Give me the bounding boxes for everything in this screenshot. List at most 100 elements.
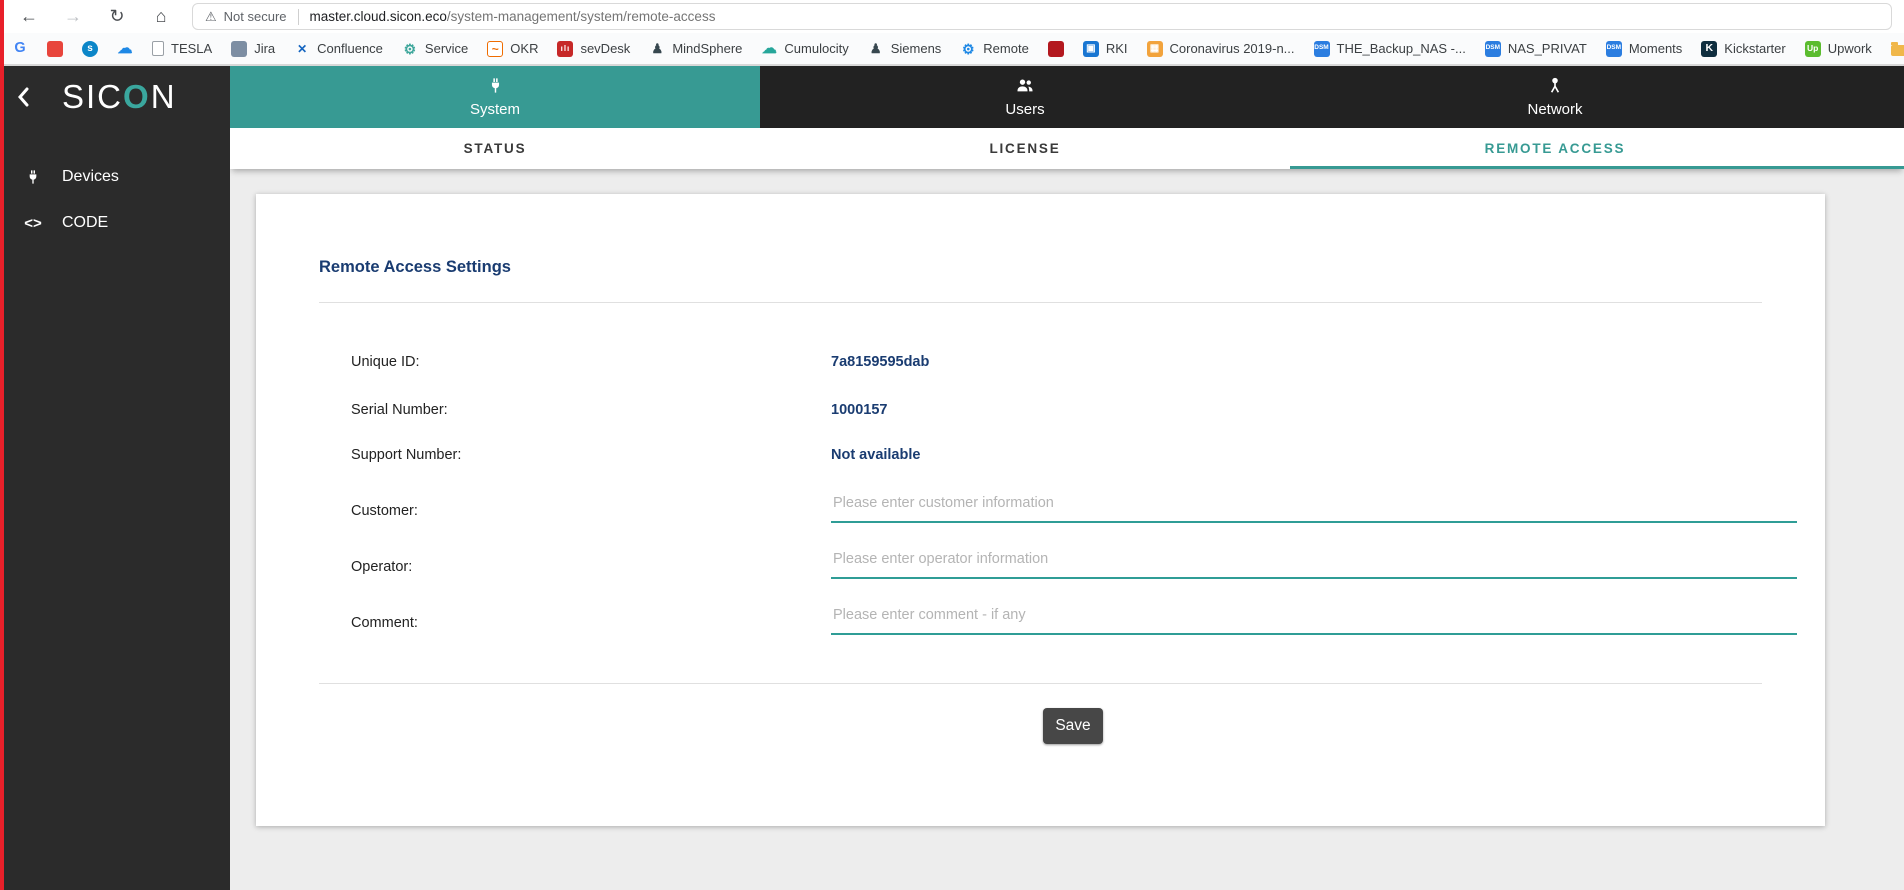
tab-label: Users — [1005, 101, 1044, 118]
bookmark-item[interactable]: Jira — [231, 41, 275, 57]
tab-users[interactable]: Users — [760, 66, 1290, 128]
not-secure-label[interactable]: Not secure — [224, 9, 287, 24]
operator-input[interactable] — [831, 547, 1797, 579]
kickstarter-icon: K — [1701, 41, 1717, 57]
bookmark-label: sevDesk — [580, 41, 630, 56]
forward-icon: → — [60, 4, 86, 30]
subtab-license[interactable]: LICENSE — [760, 128, 1290, 169]
sidebar-item-devices[interactable]: Devices — [0, 154, 230, 200]
field-value: Not available — [831, 443, 920, 467]
field-value: 1000157 — [831, 398, 887, 422]
coronavirus-icon: ▦ — [1147, 41, 1163, 57]
remote-gear-icon: ⚙ — [960, 41, 976, 57]
mindsphere-person-icon: ♟ — [649, 41, 665, 57]
sidebar-item-code[interactable]: <> CODE — [0, 200, 230, 246]
field-label: Serial Number: — [351, 398, 448, 422]
bookmark-item[interactable]: Up Upwork — [1805, 41, 1872, 57]
collapse-sidebar-icon[interactable] — [16, 87, 38, 107]
sidebar-item-label: CODE — [62, 214, 108, 232]
bookmark-item[interactable]: K Kickstarter — [1701, 41, 1785, 57]
subtab-status[interactable]: STATUS — [230, 128, 760, 169]
url-path: /system-management/system/remote-access — [447, 9, 716, 24]
subtab-remote-access[interactable]: REMOTE ACCESS — [1290, 128, 1820, 169]
bookmark-label: Coronavirus 2019-n... — [1170, 41, 1295, 56]
bookmark-item[interactable]: ♟ Siemens — [868, 41, 942, 57]
folder-icon — [1891, 45, 1904, 56]
refresh-icon[interactable]: ↻ — [104, 4, 130, 30]
dsm-icon: DSM — [1485, 41, 1501, 57]
cumulocity-cloud-icon: ☁ — [761, 41, 777, 57]
rki-icon: ▣ — [1083, 41, 1099, 57]
upwork-icon: Up — [1805, 41, 1821, 57]
bookmark-item[interactable]: DSM NAS_PRIVAT — [1485, 41, 1587, 57]
bookmark-label: Kickstarter — [1724, 41, 1785, 56]
bookmark-label: Remote — [983, 41, 1029, 56]
bookmark-item[interactable] — [1048, 41, 1064, 57]
bookmark-item[interactable]: ☁ Cumulocity — [761, 41, 848, 57]
jira-icon — [231, 41, 247, 57]
bookmark-item[interactable]: DSM Moments — [1606, 41, 1682, 57]
home-icon[interactable]: ⌂ — [148, 4, 174, 30]
comment-input[interactable] — [831, 603, 1797, 635]
sidebar-header: SICON — [0, 66, 230, 128]
bookmark-item[interactable]: G — [12, 41, 28, 57]
bookmark-item[interactable]: ☁ — [117, 41, 133, 57]
back-icon[interactable]: ← — [16, 4, 42, 30]
bookmark-label: TESLA — [171, 41, 212, 56]
bookmark-item[interactable]: ▣ RKI — [1083, 41, 1128, 57]
bookmark-label: NAS_PRIVAT — [1508, 41, 1587, 56]
tab-network[interactable]: Network — [1290, 66, 1820, 128]
tab-label: System — [470, 101, 520, 118]
bookmark-item[interactable]: s — [82, 41, 98, 57]
screen: ← → ↻ ⌂ ⚠ Not secure master.cloud.sicon.… — [0, 0, 1904, 890]
address-separator — [298, 9, 299, 25]
sidebar: SICON Devices <> CODE — [0, 66, 230, 890]
dsm-icon: DSM — [1606, 41, 1622, 57]
dsm-icon: DSM — [1314, 41, 1330, 57]
tab-system[interactable]: System — [230, 66, 760, 128]
settings-card: Remote Access Settings Unique ID: 7a8159… — [256, 194, 1825, 826]
network-icon — [1546, 77, 1564, 98]
field-row-support-number: Support Number: Not available — [256, 443, 1825, 467]
onedrive-cloud-icon: ☁ — [117, 41, 133, 57]
bookmark-item[interactable]: ⚙ Service — [402, 41, 468, 57]
bookmark-label: Confluence — [317, 41, 383, 56]
browser-toolbar: ← → ↻ ⌂ ⚠ Not secure master.cloud.sicon.… — [0, 0, 1904, 33]
bookmark-item[interactable]: DSM THE_Backup_NAS -... — [1314, 41, 1466, 57]
bookmark-item[interactable]: ✕ Confluence — [294, 41, 383, 57]
bookmark-item[interactable]: TESLA — [152, 41, 212, 56]
save-button[interactable]: Save — [1043, 708, 1103, 744]
bookmark-label: Jira — [254, 41, 275, 56]
plug-icon — [20, 169, 46, 185]
field-row-operator: Operator: — [256, 555, 1825, 579]
bookmark-item[interactable]: ılı sevDesk — [557, 41, 630, 57]
google-icon: G — [12, 41, 28, 57]
customer-input[interactable] — [831, 491, 1797, 523]
bookmark-item[interactable]: MAGAZINE — [1891, 41, 1904, 56]
field-label: Comment: — [351, 611, 418, 635]
red-app-icon — [47, 41, 63, 57]
bookmark-label: Service — [425, 41, 468, 56]
plug-icon — [487, 77, 504, 98]
confluence-icon: ✕ — [294, 41, 310, 57]
bookmark-item[interactable]: ⚙ Remote — [960, 41, 1029, 57]
bookmark-item[interactable] — [47, 41, 63, 57]
bookmark-item[interactable]: ♟ MindSphere — [649, 41, 742, 57]
bookmark-item[interactable]: ~ OKR — [487, 41, 538, 57]
service-gear-icon: ⚙ — [402, 41, 418, 57]
url-domain: master.cloud.sicon.eco — [310, 9, 447, 24]
bookmark-item[interactable]: ▦ Coronavirus 2019-n... — [1147, 41, 1295, 57]
address-bar[interactable]: ⚠ Not secure master.cloud.sicon.eco /sys… — [192, 3, 1892, 30]
field-label: Customer: — [351, 499, 418, 523]
bookmark-label: THE_Backup_NAS -... — [1337, 41, 1466, 56]
s-circle-icon: s — [82, 41, 98, 57]
active-tab-indicator — [1290, 166, 1904, 169]
main-nav: System Users Network — [230, 66, 1904, 128]
bookmark-label: Upwork — [1828, 41, 1872, 56]
bookmark-label: Cumulocity — [784, 41, 848, 56]
red-ribbon-icon — [1048, 41, 1064, 57]
divider — [319, 683, 1762, 684]
code-icon: <> — [20, 215, 46, 232]
field-row-serial-number: Serial Number: 1000157 — [256, 398, 1825, 422]
field-label: Unique ID: — [351, 350, 420, 374]
